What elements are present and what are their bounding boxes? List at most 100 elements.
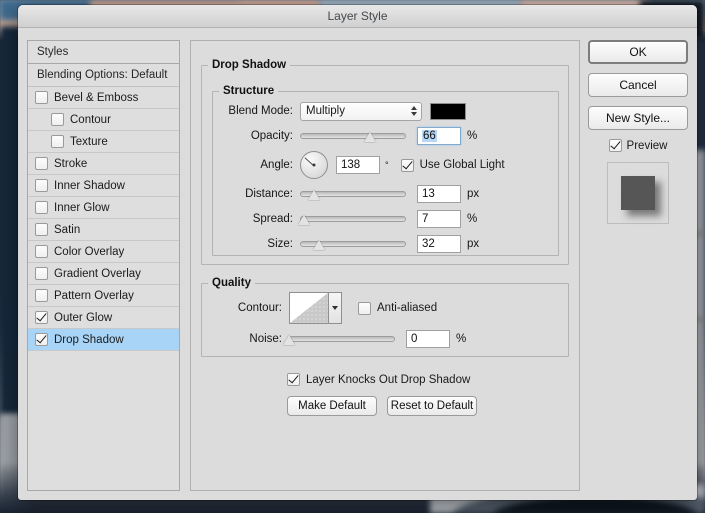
distance-slider-thumb[interactable] (307, 190, 320, 200)
blending-options-row[interactable]: Blending Options: Default (28, 64, 179, 87)
styles-list-item-label: Inner Glow (54, 201, 110, 214)
styles-list-item-checkbox[interactable] (35, 157, 48, 170)
styles-list-item[interactable]: Pattern Overlay (28, 285, 179, 307)
layer-knockout-checkbox[interactable] (287, 373, 300, 386)
angle-dial[interactable] (300, 151, 328, 179)
styles-list-item-label: Contour (70, 113, 111, 126)
styles-list: Bevel & Emboss Contour Texture Stroke Inner … (28, 87, 179, 351)
size-input[interactable]: 32 (417, 235, 461, 253)
use-global-light-checkbox[interactable] (400, 158, 414, 172)
styles-list-item-label: Pattern Overlay (54, 289, 134, 302)
styles-list-item-label: Bevel & Emboss (54, 91, 139, 104)
opacity-input[interactable]: 66 (417, 127, 461, 145)
contour-dropdown-button[interactable] (329, 292, 342, 324)
noise-slider-thumb[interactable] (283, 335, 295, 345)
chevron-down-icon (332, 306, 338, 310)
ok-button[interactable]: OK (588, 40, 688, 64)
contour-row: Contour: Anti-aliased (202, 291, 568, 325)
distance-row: Distance: 13 px (213, 183, 558, 205)
styles-list-item-checkbox[interactable] (51, 113, 64, 126)
styles-list-item-checkbox[interactable] (51, 135, 64, 148)
structure-group-title: Structure (223, 85, 275, 97)
preview-label: Preview (626, 139, 668, 152)
stepper-arrows-icon (411, 106, 417, 116)
preview-toggle-row[interactable]: Preview (588, 139, 688, 152)
styles-list-item-checkbox[interactable] (35, 179, 48, 192)
spread-unit: % (467, 213, 478, 225)
contour-label: Contour: (237, 302, 282, 314)
layer-knockout-row[interactable]: Layer Knocks Out Drop Shadow (287, 373, 470, 386)
styles-list-item[interactable]: Stroke (28, 153, 179, 175)
styles-list-item[interactable]: Texture (28, 131, 179, 153)
drop-shadow-group: Drop Shadow Structure Blend Mode: Multip… (201, 59, 569, 265)
styles-list-item-label: Texture (70, 135, 108, 148)
blend-mode-value: Multiply (306, 105, 345, 117)
styles-list-item-label: Satin (54, 223, 81, 236)
anti-aliased-checkbox[interactable] (358, 301, 371, 315)
styles-list-item[interactable]: Outer Glow (28, 307, 179, 329)
styles-list-item-checkbox[interactable] (35, 91, 48, 104)
spread-input[interactable]: 7 (417, 210, 461, 228)
styles-list-item[interactable]: Satin (28, 219, 179, 241)
contour-preview[interactable] (289, 292, 329, 324)
drop-shadow-settings-panel: Drop Shadow Structure Blend Mode: Multip… (190, 40, 580, 491)
new-style-button[interactable]: New Style... (588, 106, 688, 130)
use-global-light-row[interactable]: Use Global Light (400, 158, 505, 172)
styles-list-item[interactable]: Inner Shadow (28, 175, 179, 197)
size-unit: px (467, 238, 480, 250)
preview-thumbnail (607, 162, 669, 224)
styles-list-item-checkbox[interactable] (35, 201, 48, 214)
preview-checkbox[interactable] (608, 139, 622, 152)
dialog-actions-panel: OK Cancel New Style... Preview (588, 40, 688, 224)
styles-list-item-label: Stroke (54, 157, 88, 170)
anti-aliased-row[interactable]: Anti-aliased (358, 301, 438, 315)
blend-mode-row: Blend Mode: Multiply (213, 100, 558, 122)
layer-knockout-label: Layer Knocks Out Drop Shadow (306, 373, 471, 386)
make-default-button[interactable]: Make Default (287, 396, 377, 416)
shadow-color-swatch[interactable] (430, 102, 466, 120)
styles-list-item-checkbox[interactable] (35, 289, 48, 302)
layer-style-dialog: Layer Style Styles Blending Options: Def… (18, 5, 697, 500)
anti-aliased-label: Anti-aliased (377, 302, 438, 314)
distance-slider[interactable] (300, 187, 406, 201)
opacity-slider-thumb[interactable] (363, 132, 376, 142)
opacity-slider[interactable] (300, 129, 406, 143)
quality-group: Quality Contour: Anti-aliased Noise: 0 % (201, 277, 569, 357)
noise-input[interactable]: 0 (406, 330, 450, 348)
cancel-button[interactable]: Cancel (588, 73, 688, 97)
styles-list-item[interactable]: Drop Shadow (28, 329, 179, 351)
styles-list-item[interactable]: Contour (28, 109, 179, 131)
spread-slider-thumb[interactable] (298, 215, 311, 225)
size-slider-thumb[interactable] (313, 240, 326, 250)
styles-list-item[interactable]: Color Overlay (28, 241, 179, 263)
styles-list-item-checkbox[interactable] (35, 223, 48, 236)
noise-row: Noise: 0 % (202, 328, 568, 350)
noise-slider[interactable] (283, 332, 395, 346)
spread-slider[interactable] (298, 212, 406, 226)
blend-mode-select[interactable]: Multiply (300, 101, 422, 121)
distance-input[interactable]: 13 (417, 185, 461, 203)
styles-list-item[interactable]: Gradient Overlay (28, 263, 179, 285)
quality-group-title: Quality (212, 277, 251, 289)
noise-unit: % (456, 333, 467, 345)
noise-label: Noise: (249, 333, 282, 345)
styles-list-item[interactable]: Inner Glow (28, 197, 179, 219)
styles-list-item-label: Outer Glow (54, 311, 113, 324)
size-slider[interactable] (300, 237, 406, 251)
styles-list-item-checkbox[interactable] (35, 311, 48, 324)
styles-list-item-checkbox[interactable] (35, 245, 48, 258)
styles-list-item-checkbox[interactable] (35, 267, 48, 280)
structure-group: Structure Blend Mode: Multiply Opacity: … (212, 85, 559, 256)
styles-list-item-checkbox[interactable] (35, 333, 48, 346)
reset-to-default-button[interactable]: Reset to Default (387, 396, 477, 416)
angle-input[interactable]: 138 (336, 156, 380, 174)
distance-label: Distance: (245, 188, 293, 200)
styles-list-item[interactable]: Bevel & Emboss (28, 87, 179, 109)
angle-row: Angle: 138 ° Use Global Light (213, 150, 558, 180)
blend-mode-label: Blend Mode: (228, 105, 293, 117)
opacity-label: Opacity: (250, 130, 293, 142)
use-global-light-label: Use Global Light (419, 159, 505, 171)
spread-row: Spread: 7 % (213, 208, 558, 230)
page-title: Layer Style (327, 9, 388, 23)
styles-list-panel: Styles Blending Options: Default Bevel &… (27, 40, 180, 491)
